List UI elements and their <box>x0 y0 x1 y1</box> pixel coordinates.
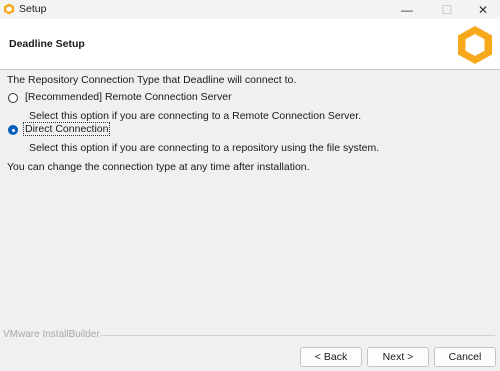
wizard-header: Deadline Setup <box>0 19 500 69</box>
direct-connection-radio[interactable] <box>8 125 18 135</box>
installbuilder-brand: VMware InstallBuilder <box>3 329 100 340</box>
page-title: Deadline Setup <box>9 38 85 50</box>
title-bar: Setup — ☐ ✕ <box>0 0 500 19</box>
window-title: Setup <box>19 3 47 15</box>
maximize-button[interactable]: ☐ <box>427 0 467 19</box>
direct-connection-label[interactable]: Direct Connection <box>22 122 111 136</box>
minimize-button[interactable]: — <box>387 0 427 19</box>
remote-connection-description: Select this option if you are connecting… <box>29 110 362 122</box>
back-button[interactable]: < Back <box>300 347 362 367</box>
app-icon <box>4 3 14 15</box>
footer-divider <box>101 335 495 336</box>
next-button[interactable]: Next > <box>367 347 429 367</box>
close-button[interactable]: ✕ <box>463 0 500 19</box>
change-note-text: You can change the connection type at an… <box>7 161 310 173</box>
direct-connection-description: Select this option if you are connecting… <box>29 142 380 154</box>
intro-text: The Repository Connection Type that Dead… <box>7 74 297 86</box>
header-divider <box>0 69 500 70</box>
remote-connection-radio[interactable] <box>8 93 18 103</box>
remote-connection-label[interactable]: [Recommended] Remote Connection Server <box>25 91 232 103</box>
deadline-logo-icon <box>458 26 492 64</box>
cancel-button[interactable]: Cancel <box>434 347 496 367</box>
